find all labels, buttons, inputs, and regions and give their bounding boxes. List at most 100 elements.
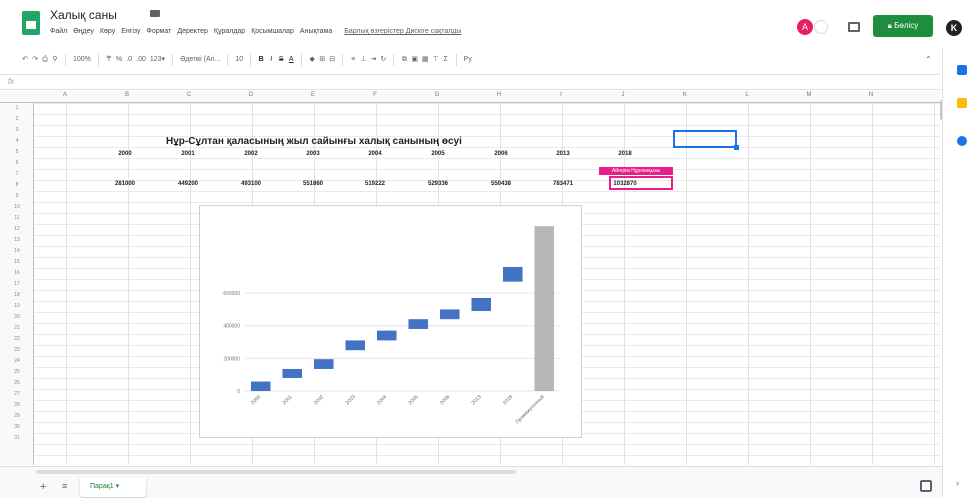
column-header[interactable]: I [530,92,592,98]
column-header[interactable]: K [654,92,716,98]
comment-history-icon[interactable] [848,22,860,32]
collaborator-selected-cell[interactable] [609,176,673,190]
row-header[interactable]: 14 [0,248,34,254]
population-cell[interactable]: 550438 [479,181,523,187]
population-cell[interactable]: 783471 [541,181,585,187]
folder-icon[interactable] [150,10,160,17]
row-header[interactable]: 26 [0,380,34,386]
row-header[interactable]: 11 [0,215,34,221]
menu-edit[interactable]: Өңдеу [73,28,94,35]
strikethrough-icon[interactable]: S [278,55,284,65]
column-header[interactable]: N [840,92,902,98]
input-tools-icon[interactable]: Ру [464,55,472,65]
font-size-select[interactable]: 10 [235,55,243,65]
chart-bar[interactable] [408,319,429,329]
column-header[interactable]: D [220,92,282,98]
chart-bar[interactable] [502,266,523,282]
font-select[interactable]: Әдепкі (Ari... [180,55,220,65]
menu-view[interactable]: Көру [100,28,115,35]
row-header[interactable]: 16 [0,270,34,276]
column-header[interactable]: J [592,92,654,98]
row-header[interactable]: 9 [0,193,34,199]
row-header[interactable]: 4 [0,138,34,144]
calendar-icon[interactable] [957,65,967,75]
row-header[interactable]: 15 [0,259,34,265]
year-cell[interactable]: 2005 [418,151,458,157]
row-header[interactable]: 17 [0,281,34,287]
merge-cells-icon[interactable]: ⊟ [329,55,335,65]
menu-data[interactable]: Деректер [177,28,207,35]
text-wrap-icon[interactable]: ⇥ [370,55,376,65]
row-header[interactable]: 7 [0,171,34,177]
row-header[interactable]: 12 [0,226,34,232]
menu-tools[interactable]: Құралдар [214,28,245,35]
row-header[interactable]: 10 [0,204,34,210]
year-cell[interactable]: 2000 [105,151,145,157]
redo-icon[interactable]: ↷ [32,55,38,65]
tasks-icon[interactable] [957,136,967,146]
row-header[interactable]: 28 [0,402,34,408]
chart-total-bar[interactable] [534,226,555,391]
menu-insert[interactable]: Енгізу [121,28,140,35]
column-header[interactable]: E [282,92,344,98]
chart-bar[interactable] [471,297,492,312]
chart-bar[interactable] [345,340,366,351]
year-cell[interactable]: 2003 [293,151,333,157]
year-cell[interactable]: 2006 [481,151,521,157]
row-header[interactable]: 22 [0,336,34,342]
share-button[interactable]: 🔒︎ Бөлісу [873,15,933,37]
column-header[interactable]: M [778,92,840,98]
borders-icon[interactable]: ⊞ [319,55,325,65]
sheet-tab[interactable]: Парақ1 ▾ [80,477,146,497]
undo-icon[interactable]: ↶ [22,55,28,65]
sheets-logo-icon[interactable] [22,11,40,35]
column-header[interactable]: L [716,92,778,98]
add-sheet-button[interactable]: + [40,481,46,493]
row-header[interactable]: 2 [0,116,34,122]
menu-format[interactable]: Формат [147,28,172,35]
row-header[interactable]: 24 [0,358,34,364]
row-header[interactable]: 18 [0,292,34,298]
column-header[interactable]: B [96,92,158,98]
menu-file[interactable]: Файл [50,28,67,35]
explore-icon[interactable] [920,480,932,492]
side-panel-toggle-icon[interactable]: › [956,478,959,488]
row-header[interactable]: 27 [0,391,34,397]
menu-help[interactable]: Анықтама [300,28,332,35]
waterfall-chart[interactable]: 0 200000 400000 600000 2000 2001 2002 2003 2004 2… [199,205,582,438]
row-header[interactable]: 3 [0,127,34,133]
population-cell[interactable]: 529336 [416,181,460,187]
menu-addons[interactable]: Қосымшалар [251,28,294,35]
row-header[interactable]: 1 [0,105,34,111]
population-cell[interactable]: 449200 [166,181,210,187]
chart-bar[interactable] [376,330,397,341]
decrease-decimal-icon[interactable]: .0 [126,55,132,65]
year-cell[interactable]: 2013 [543,151,583,157]
population-cell[interactable]: 281000 [103,181,147,187]
row-header[interactable]: 8 [0,182,34,188]
more-formats-select[interactable]: 123▾ [150,55,165,65]
column-header[interactable]: H [468,92,530,98]
chart-bar[interactable] [250,381,271,391]
keep-icon[interactable] [957,98,967,108]
active-cell[interactable] [673,130,739,150]
pen-icon[interactable] [814,20,828,34]
formula-bar[interactable]: fx [0,74,940,90]
row-header[interactable]: 13 [0,237,34,243]
filter-icon[interactable]: ⊤ [433,55,439,65]
text-rotation-icon[interactable]: ↻ [380,55,386,65]
row-header[interactable]: 19 [0,303,34,309]
italic-icon[interactable]: I [268,55,274,65]
sheet-title-cell[interactable]: Нұр-Сұлтан қаласының жыл сайынғы халық с… [166,136,462,147]
print-icon[interactable]: ⎙ [42,55,48,65]
year-cell[interactable]: 2001 [168,151,208,157]
column-header[interactable]: F [344,92,406,98]
row-header[interactable]: 31 [0,435,34,441]
insert-link-icon[interactable]: ⧉ [401,55,407,65]
increase-decimal-icon[interactable]: .00 [136,55,146,65]
horizontal-scrollbar[interactable] [36,470,516,474]
insert-chart-icon[interactable]: ▦ [422,55,429,65]
fill-color-icon[interactable]: ◆ [309,55,315,65]
vertical-align-icon[interactable]: ⊥ [360,55,366,65]
row-header[interactable]: 5 [0,149,34,155]
